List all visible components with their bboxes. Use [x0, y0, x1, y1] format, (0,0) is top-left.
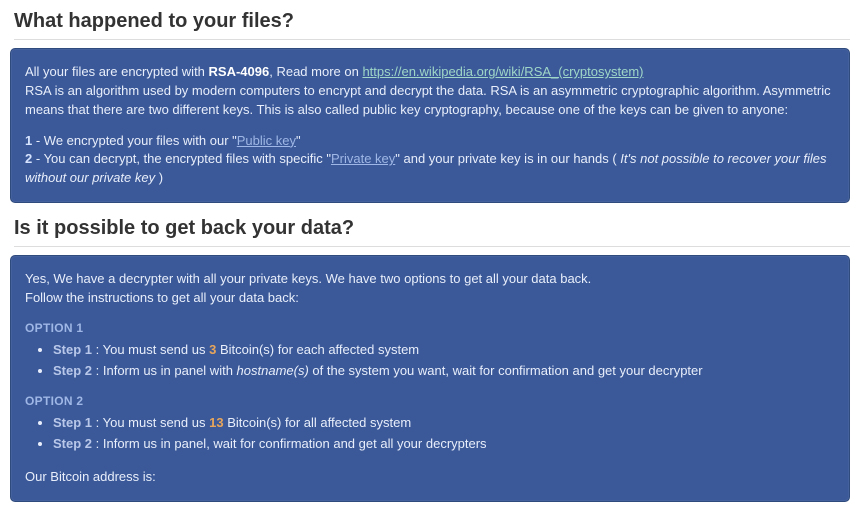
option-2-label: OPTION 2 [25, 393, 835, 410]
step-text-a: Inform us in panel with [103, 363, 237, 378]
step-label: Step 2 [53, 436, 92, 451]
bitcoin-address-line: Our Bitcoin address is: [25, 468, 835, 487]
point-1-text-b: " [296, 133, 301, 148]
step-sep: : [92, 363, 103, 378]
wiki-link[interactable]: https://en.wikipedia.org/wiki/RSA_(crypt… [362, 64, 643, 79]
section-2-panel: Yes, We have a decrypter with all your p… [10, 255, 850, 502]
bitcoin-count: 13 [209, 415, 223, 430]
step-label: Step 1 [53, 342, 92, 357]
section-2-title: Is it possible to get back your data? [14, 217, 850, 247]
section-1-panel: All your files are encrypted with RSA-40… [10, 48, 850, 203]
step-sep: : [92, 415, 103, 430]
spacer [25, 120, 835, 132]
intro-prefix: All your files are encrypted with [25, 64, 209, 79]
ransom-note-page: What happened to your files? All your fi… [0, 0, 860, 512]
step-text-b: of the system you want, wait for confirm… [309, 363, 703, 378]
option-1-step-1: Step 1 : You must send us 3 Bitcoin(s) f… [53, 341, 835, 360]
rsa-bold: RSA-4096 [209, 64, 270, 79]
follow-line: Follow the instructions to get all your … [25, 289, 835, 308]
private-key-link[interactable]: Private key [331, 151, 395, 166]
step-text: Inform us in panel, wait for confirmatio… [103, 436, 487, 451]
step-label: Step 1 [53, 415, 92, 430]
hostnames-italic: hostname(s) [237, 363, 309, 378]
step-sep: : [92, 436, 103, 451]
point-1-text-a: We encrypted your files with our " [44, 133, 237, 148]
bitcoin-address-label: Our Bitcoin address is: [25, 469, 156, 484]
option-2-step-2: Step 2 : Inform us in panel, wait for co… [53, 435, 835, 454]
option-1-steps: Step 1 : You must send us 3 Bitcoin(s) f… [53, 341, 835, 381]
point-2-text-b: " and your private key is in our hands ( [395, 151, 620, 166]
point-1: 1 - We encrypted your files with our "Pu… [25, 132, 835, 151]
step-text-b: Bitcoin(s) for each affected system [216, 342, 419, 357]
yes-line: Yes, We have a decrypter with all your p… [25, 270, 835, 289]
rsa-description: RSA is an algorithm used by modern compu… [25, 82, 835, 120]
option-2-steps: Step 1 : You must send us 13 Bitcoin(s) … [53, 414, 835, 454]
intro-mid: , Read more on [269, 64, 362, 79]
step-text-a: You must send us [103, 415, 209, 430]
option-1-step-2: Step 2 : Inform us in panel with hostnam… [53, 362, 835, 381]
option-2-step-1: Step 1 : You must send us 13 Bitcoin(s) … [53, 414, 835, 433]
option-1-label: OPTION 1 [25, 320, 835, 337]
intro-line: All your files are encrypted with RSA-40… [25, 63, 835, 82]
step-text-b: Bitcoin(s) for all affected system [224, 415, 412, 430]
public-key-link[interactable]: Public key [237, 133, 296, 148]
step-label: Step 2 [53, 363, 92, 378]
bitcoin-address-redacted [165, 473, 395, 483]
step-sep: : [92, 342, 103, 357]
point-2-dash: - [32, 151, 43, 166]
point-2-text-c: ) [155, 170, 163, 185]
point-2: 2 - You can decrypt, the encrypted files… [25, 150, 835, 188]
step-text-a: You must send us [103, 342, 209, 357]
point-1-dash: - [32, 133, 44, 148]
point-2-text-a: You can decrypt, the encrypted files wit… [44, 151, 331, 166]
section-1-title: What happened to your files? [14, 10, 850, 40]
